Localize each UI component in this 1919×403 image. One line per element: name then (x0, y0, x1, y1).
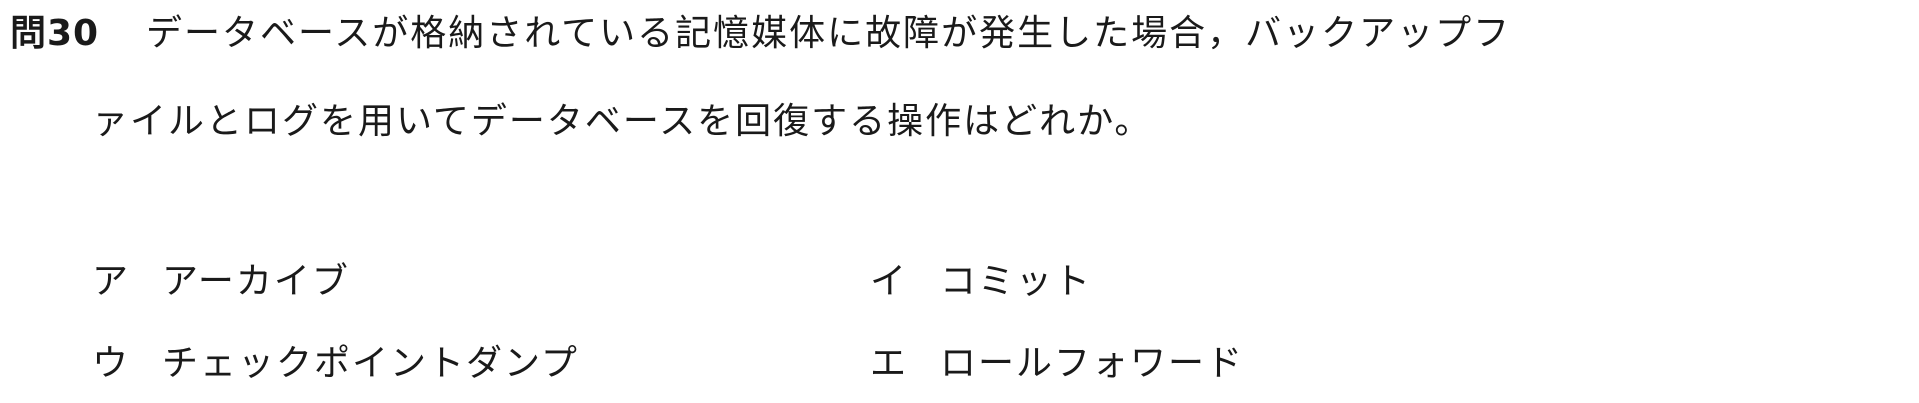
choice-text: チェックポイントダンプ (162, 343, 579, 384)
question-number: 問30 (10, 13, 100, 54)
choice-text: コミット (940, 261, 1093, 302)
choice-a[interactable]: アアーカイブ (92, 256, 350, 308)
question-text-line-2: ァイルとログを用いてデータベースを回復する操作はどれか。 (92, 101, 1153, 142)
choice-i[interactable]: イコミット (870, 256, 1092, 308)
choice-letter: ア (92, 261, 131, 302)
choice-text: アーカイブ (162, 261, 350, 302)
question-text-line-1: データベースが格納されている記憶媒体に故障が発生した場合，バックアップフ (146, 13, 1512, 54)
choice-letter: イ (870, 261, 909, 302)
choice-letter: エ (870, 343, 909, 384)
choice-text: ロールフォワード (940, 343, 1245, 384)
choice-e[interactable]: エロールフォワード (870, 338, 1244, 390)
choice-u[interactable]: ウチェックポイントダンプ (92, 338, 579, 390)
exam-question-page: 問30 データベースが格納されている記憶媒体に故障が発生した場合，バックアップフ… (0, 0, 1919, 403)
choice-letter: ウ (92, 343, 131, 384)
